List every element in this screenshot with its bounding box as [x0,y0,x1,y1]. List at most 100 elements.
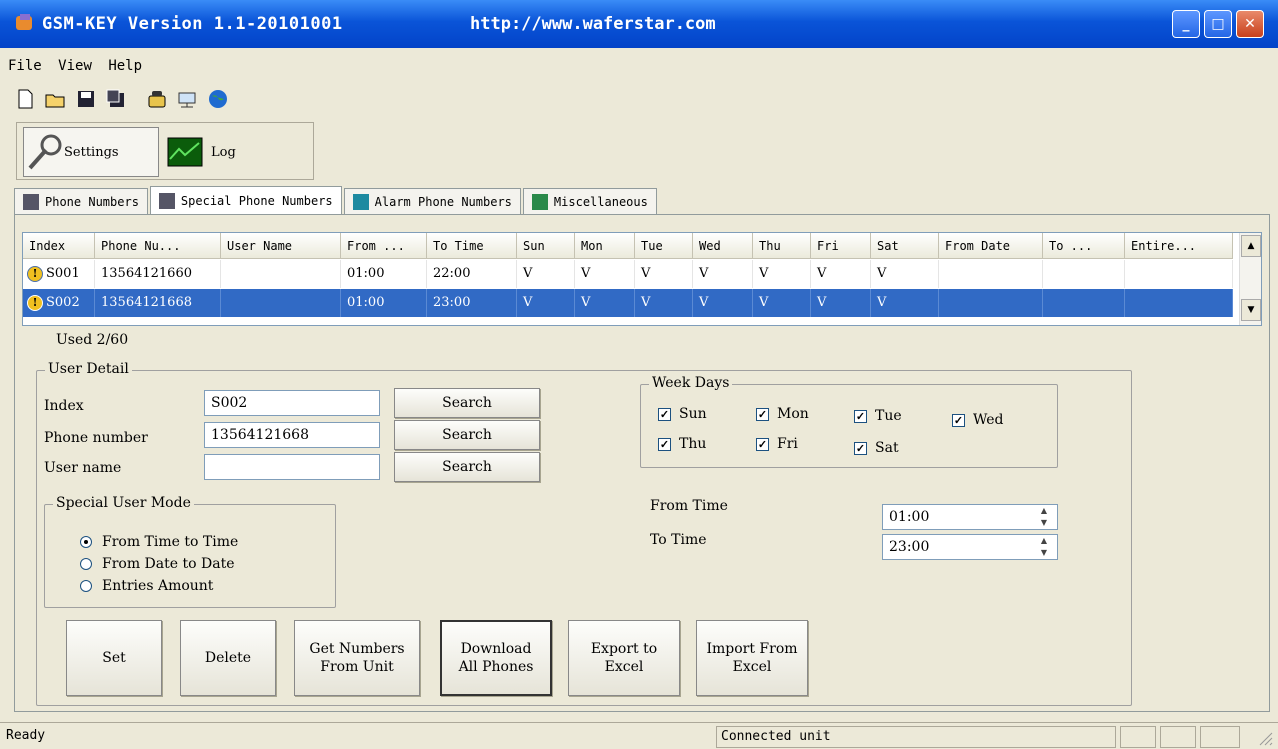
tab-alarm-phone-numbers[interactable]: Alarm Phone Numbers [343,188,521,214]
button-label: Import From [706,641,798,657]
checkbox-label: Wed [973,412,1004,428]
checkbox-box: ✓ [658,437,671,451]
vertical-scrollbar[interactable]: ▲ ▼ [1239,233,1261,325]
table-row[interactable]: ! S001 13564121660 01:00 22:00 V V V V V … [23,260,1233,288]
log-view-button[interactable]: Log [167,127,236,177]
phone-icon [23,193,39,210]
table-cell: V [635,260,693,288]
tab-special-phone-numbers[interactable]: Special Phone Numbers [149,186,342,214]
column-header[interactable]: Thu [753,233,811,259]
maximize-button[interactable]: □ [1204,10,1232,38]
table-cell: 01:00 [341,289,427,317]
column-header[interactable]: To Time [427,233,517,259]
column-header[interactable]: Sun [517,233,575,259]
download-all-button[interactable]: Download All Phones [440,620,552,696]
index-field[interactable]: S002 [204,390,380,416]
button-label: All Phones [458,659,534,675]
index-cell: ! S002 [23,289,95,317]
column-header[interactable]: Fri [811,233,871,259]
from-time-value: 01:00 [889,509,930,525]
mode-entries-amount-radio[interactable]: Entries Amount [80,578,213,594]
spin-up-icon[interactable]: ▲ [1033,505,1055,517]
group-title: Week Days [649,375,733,391]
mon-checkbox[interactable]: ✓ Mon [756,406,809,422]
search-user-button[interactable]: Search [394,452,540,482]
open-folder-icon[interactable] [44,88,66,110]
title-bar[interactable]: GSM-KEY Version 1.1-20101001 http://www.… [0,0,1278,48]
mode-date-to-date-radio[interactable]: From Date to Date [80,556,234,572]
status-pane [1200,726,1240,748]
view-switcher: Settings Log [16,122,314,180]
mode-time-to-time-radio[interactable]: From Time to Time [80,534,238,550]
menu-help[interactable]: Help [108,58,142,74]
export-excel-button[interactable]: Export to Excel [568,620,680,696]
connection-status: Connected unit [716,726,1116,748]
sat-checkbox[interactable]: ✓ Sat [854,440,899,456]
scroll-down-button[interactable]: ▼ [1241,299,1261,321]
scroll-up-button[interactable]: ▲ [1241,235,1261,257]
table-row-selected[interactable]: ! S002 13564121668 01:00 23:00 V V V V V … [23,289,1233,317]
numbers-table[interactable]: Index Phone Nu... User Name From ... To … [22,232,1262,326]
network-icon[interactable] [176,88,198,110]
checkbox-box: ✓ [854,409,867,423]
column-header[interactable]: Sat [871,233,939,259]
fri-checkbox[interactable]: ✓ Fri [756,436,798,452]
window-url: http://www.waferstar.com [470,14,716,34]
spin-down-icon[interactable]: ▼ [1033,517,1055,529]
save-icon[interactable] [75,88,97,110]
column-header[interactable]: User Name [221,233,341,259]
column-header[interactable]: From ... [341,233,427,259]
column-header[interactable]: Wed [693,233,753,259]
close-button[interactable]: ✕ [1236,10,1264,38]
column-header[interactable]: Phone Nu... [95,233,221,259]
tab-phone-numbers[interactable]: Phone Numbers [14,188,148,214]
from-time-field[interactable]: 01:00 ▲ ▼ [882,504,1058,530]
new-file-icon[interactable] [14,88,36,110]
sun-checkbox[interactable]: ✓ Sun [658,406,707,422]
checkbox-box: ✓ [756,437,769,451]
phone-icon[interactable] [146,88,168,110]
user-name-field[interactable] [204,454,380,480]
search-phone-button[interactable]: Search [394,420,540,450]
to-time-spinner[interactable]: ▲ ▼ [1033,535,1055,559]
get-numbers-button[interactable]: Get Numbers From Unit [294,620,420,696]
settings-view-button[interactable]: Settings [23,127,159,177]
column-header[interactable]: Tue [635,233,693,259]
delete-button[interactable]: Delete [180,620,276,696]
thu-checkbox[interactable]: ✓ Thu [658,436,706,452]
save-all-icon[interactable] [105,88,127,110]
column-header[interactable]: Mon [575,233,635,259]
misc-icon [531,193,548,210]
button-label: Excel [732,659,772,675]
settings-label: Settings [64,144,119,160]
set-button[interactable]: Set [66,620,162,696]
to-time-label: To Time [650,532,707,548]
spin-up-icon[interactable]: ▲ [1033,535,1055,547]
tab-label: Special Phone Numbers [180,193,333,208]
minimize-button[interactable]: _ [1172,10,1200,38]
menu-file[interactable]: File [8,58,42,74]
table-cell [1043,289,1125,317]
import-excel-button[interactable]: Import From Excel [696,620,808,696]
to-time-field[interactable]: 23:00 ▲ ▼ [882,534,1058,560]
search-index-button[interactable]: Search [394,388,540,418]
menu-view[interactable]: View [58,58,92,74]
tab-miscellaneous[interactable]: Miscellaneous [522,188,657,214]
globe-icon[interactable] [207,88,229,110]
column-header[interactable]: Index [23,233,95,259]
tue-checkbox[interactable]: ✓ Tue [854,408,902,424]
wed-checkbox[interactable]: ✓ Wed [952,412,1004,428]
table-cell [1125,260,1233,288]
table-cell: 13564121668 [95,289,221,317]
cell-text: S001 [46,266,80,281]
from-time-spinner[interactable]: ▲ ▼ [1033,505,1055,529]
status-pane [1160,726,1196,748]
column-header[interactable]: Entire... [1125,233,1233,259]
tab-label: Phone Numbers [45,194,139,209]
column-header[interactable]: To ... [1043,233,1125,259]
index-label: Index [44,398,84,414]
resize-grip-icon[interactable] [1256,729,1274,747]
column-header[interactable]: From Date [939,233,1043,259]
phone-number-field[interactable]: 13564121668 [204,422,380,448]
spin-down-icon[interactable]: ▼ [1033,547,1055,559]
